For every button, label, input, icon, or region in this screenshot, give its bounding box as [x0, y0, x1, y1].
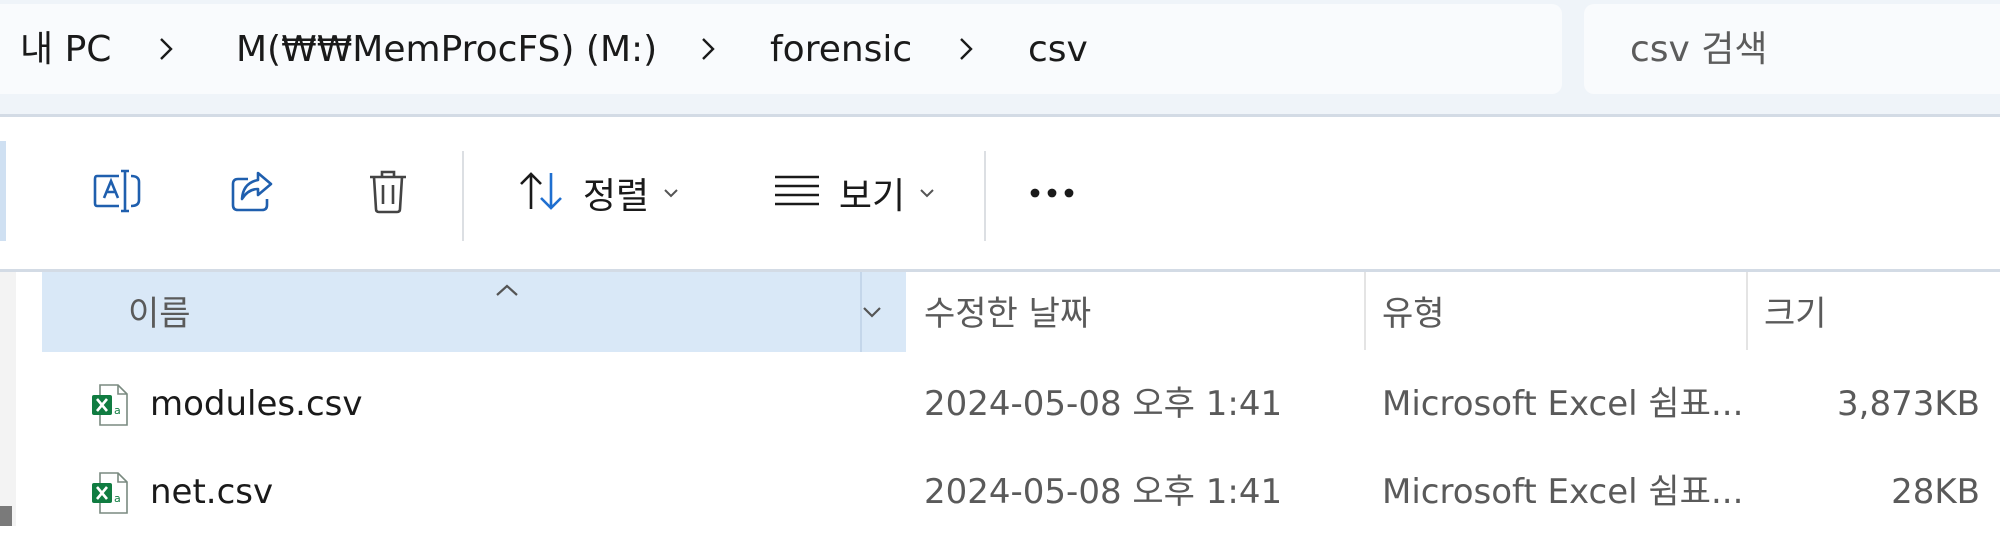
file-list: 이름 수정한 날짜 유형 크기 a modules.csv 2024-05-08… [0, 272, 2000, 526]
column-separator[interactable] [1364, 272, 1366, 350]
column-header-size[interactable]: 크기 [1764, 272, 1994, 352]
search-input[interactable] [1630, 4, 2000, 94]
share-button[interactable] [210, 143, 294, 243]
column-header-type-label: 유형 [1382, 294, 1445, 334]
sort-icon [517, 169, 565, 217]
excel-csv-icon: a [92, 472, 128, 514]
sort-label: 정렬 [582, 176, 650, 217]
chevron-right-icon[interactable] [146, 4, 186, 94]
sort-button[interactable]: 정렬 [500, 143, 696, 243]
breadcrumb-item-drive[interactable]: M(₩₩MemProcFS) (M:) [236, 4, 657, 94]
column-separator[interactable] [1746, 272, 1748, 350]
column-separator[interactable] [860, 272, 862, 352]
column-header-size-label: 크기 [1764, 294, 1827, 334]
chevron-down-icon [663, 188, 679, 198]
delete-icon [366, 167, 410, 219]
more-options-button[interactable] [1010, 143, 1094, 243]
breadcrumb-item-this-pc[interactable]: 내 PC [20, 4, 111, 94]
column-header-modified-label: 수정한 날짜 [924, 294, 1092, 334]
column-header-modified[interactable]: 수정한 날짜 [924, 272, 1360, 352]
chevron-down-icon [919, 188, 935, 198]
chevron-down-icon[interactable] [862, 272, 882, 352]
file-modified: 2024-05-08 오후 1:41 [924, 384, 1283, 424]
file-row[interactable]: a net.csv 2024-05-08 오후 1:41 Microsoft E… [42, 450, 2000, 534]
delete-button[interactable] [346, 143, 430, 243]
file-size: 3,873KB [1837, 384, 1980, 424]
file-name[interactable]: modules.csv [150, 362, 362, 446]
column-header-name[interactable]: 이름 [42, 272, 906, 352]
file-name[interactable]: net.csv [150, 450, 273, 534]
column-header-type[interactable]: 유형 [1382, 272, 1742, 352]
overflow-edge [0, 141, 6, 241]
file-type: Microsoft Excel 쉼표... [1382, 472, 1744, 512]
excel-csv-icon: a [92, 384, 128, 426]
share-icon [228, 169, 276, 217]
breadcrumb[interactable]: 내 PC M(₩₩MemProcFS) (M:) forensic csv [0, 4, 1562, 94]
command-divider [984, 151, 986, 241]
file-type: Microsoft Excel 쉼표... [1382, 384, 1744, 424]
search-box[interactable] [1584, 4, 2000, 94]
breadcrumb-item-csv[interactable]: csv [1028, 4, 1088, 94]
svg-text:a: a [114, 404, 121, 417]
more-icon [1027, 184, 1077, 203]
navigation-pane-edge [0, 272, 16, 526]
scrollbar-thumb[interactable] [0, 506, 12, 526]
column-header-name-label: 이름 [128, 294, 191, 334]
chevron-right-icon[interactable] [688, 4, 728, 94]
address-bar-region: 내 PC M(₩₩MemProcFS) (M:) forensic csv [0, 0, 2000, 114]
file-row[interactable]: a modules.csv 2024-05-08 오후 1:41 Microso… [42, 362, 2000, 446]
sort-ascending-icon [494, 244, 520, 328]
chevron-right-icon[interactable] [946, 4, 986, 94]
file-size: 28KB [1891, 472, 1980, 512]
file-modified: 2024-05-08 오후 1:41 [924, 472, 1283, 512]
command-bar: 정렬 보기 [0, 114, 2000, 272]
view-label: 보기 [838, 176, 906, 217]
view-button[interactable]: 보기 [756, 143, 952, 243]
breadcrumb-item-forensic[interactable]: forensic [770, 4, 912, 94]
svg-text:a: a [114, 492, 121, 505]
rename-button[interactable] [76, 143, 160, 243]
view-icon [773, 174, 821, 212]
command-divider [462, 151, 464, 241]
rename-icon [93, 168, 143, 218]
